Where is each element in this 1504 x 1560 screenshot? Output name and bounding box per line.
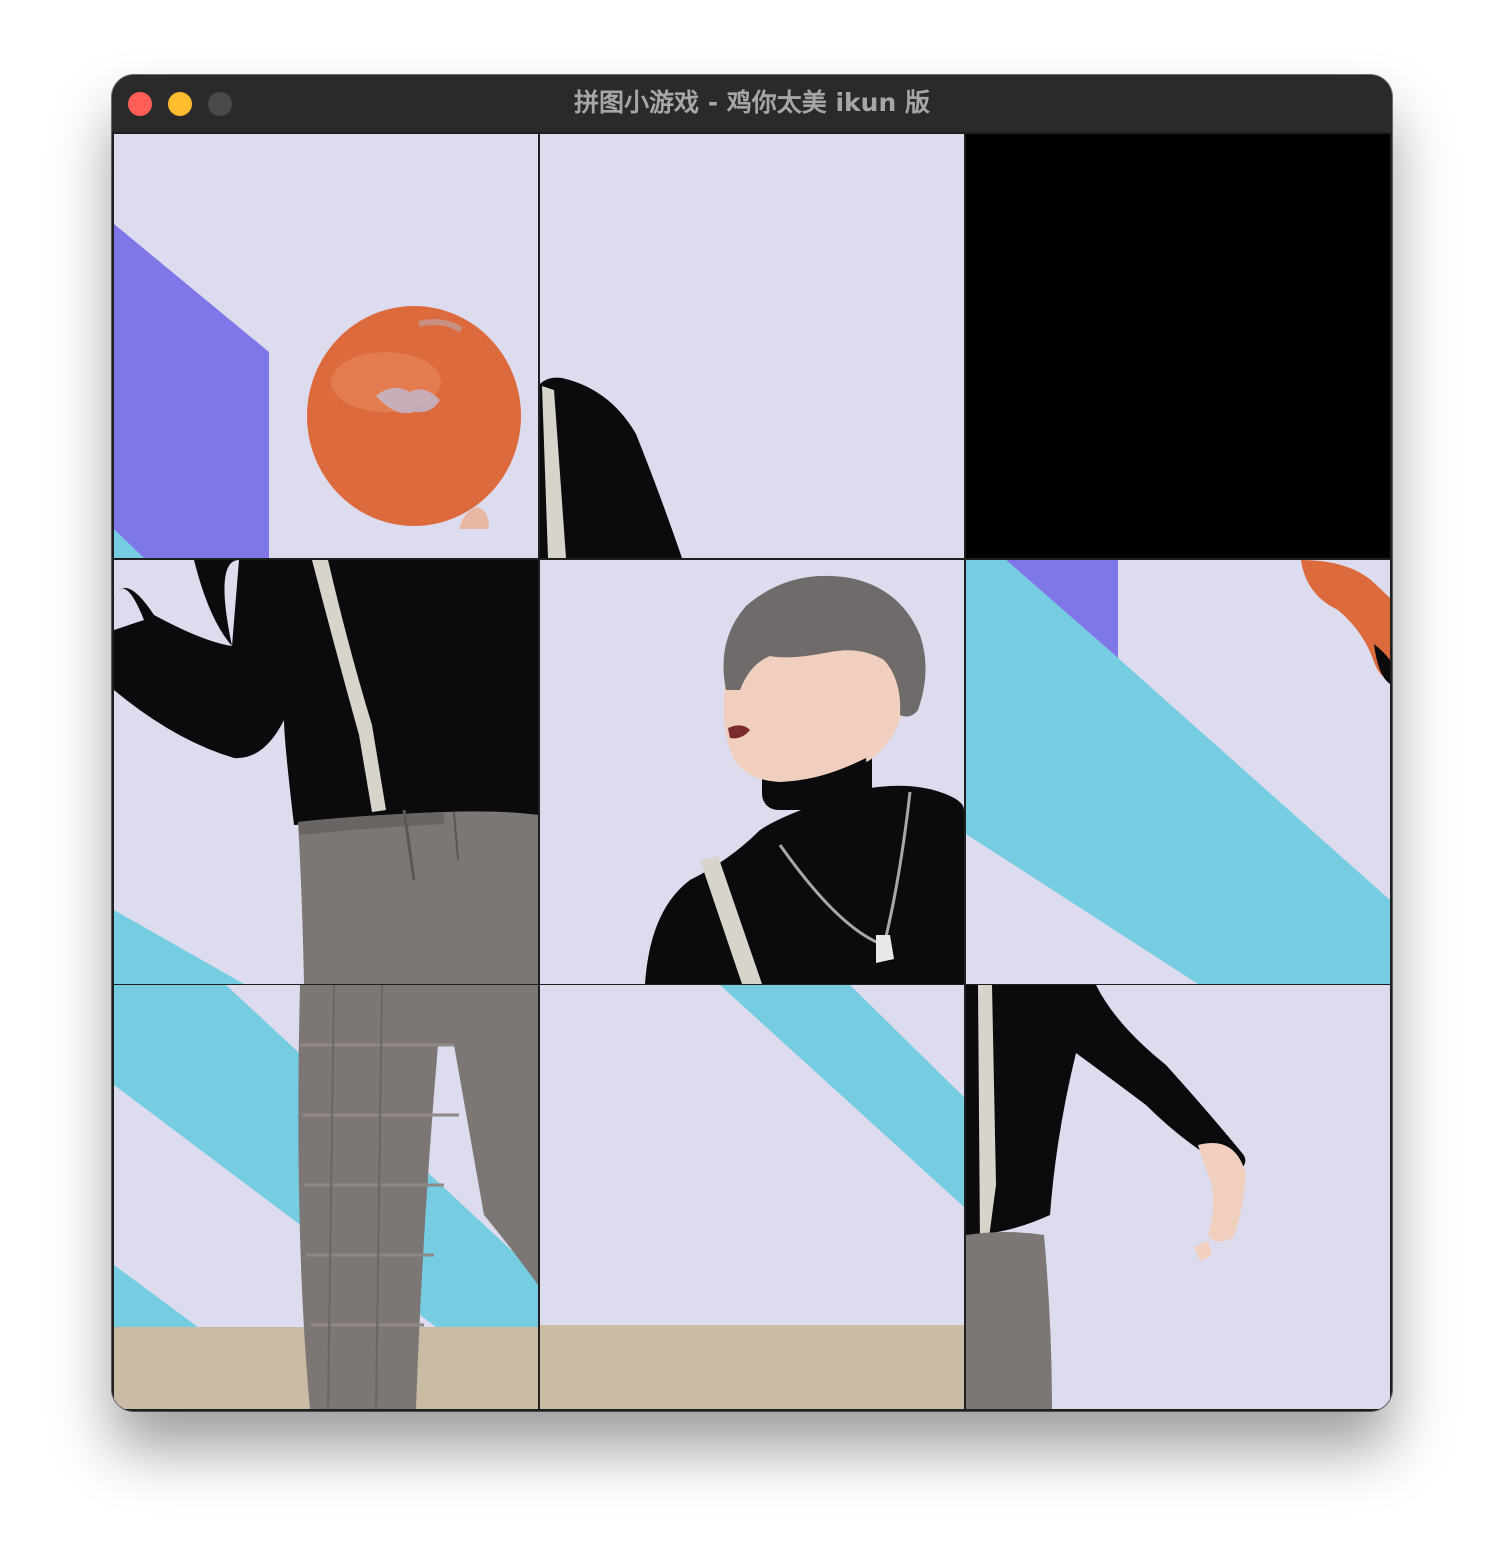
puzzle-tile-floor[interactable] bbox=[540, 985, 964, 1409]
puzzle-empty-slot bbox=[966, 134, 1390, 558]
app-window: 拼图小游戏 - 鸡你太美 ikun 版 bbox=[112, 75, 1392, 1411]
puzzle-tile-trousers[interactable] bbox=[114, 985, 538, 1409]
puzzle-tile-stripes[interactable] bbox=[966, 560, 1390, 984]
puzzle-tile-basketball[interactable] bbox=[114, 134, 538, 558]
puzzle-tile-face[interactable] bbox=[540, 560, 964, 984]
puzzle-board bbox=[112, 132, 1392, 1411]
puzzle-tile-arm[interactable] bbox=[966, 985, 1390, 1409]
title-bar[interactable]: 拼图小游戏 - 鸡你太美 ikun 版 bbox=[112, 75, 1392, 132]
puzzle-tile-sleeve[interactable] bbox=[540, 134, 964, 558]
window-title: 拼图小游戏 - 鸡你太美 ikun 版 bbox=[574, 88, 930, 117]
puzzle-tile-torso[interactable] bbox=[114, 560, 538, 984]
